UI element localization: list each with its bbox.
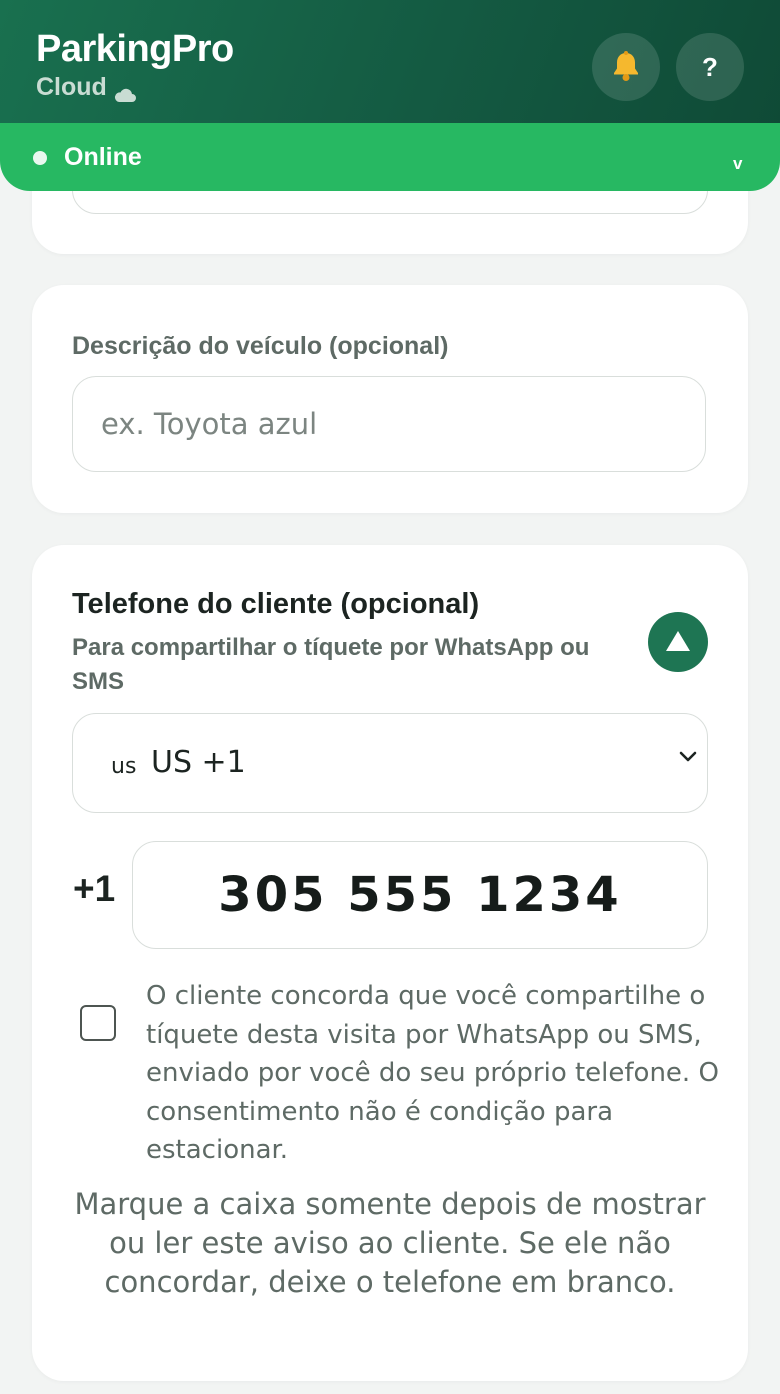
status-label: Online [64, 143, 142, 171]
connection-status-bar[interactable]: Online v [0, 123, 780, 191]
dial-prefix: +1 [73, 868, 116, 909]
vehicle-description-input[interactable] [72, 376, 706, 472]
country-code-select[interactable]: us US +1 [72, 713, 708, 813]
app-subtitle: Cloud [36, 73, 234, 102]
country-flag: us [111, 754, 137, 779]
collapse-section-button[interactable] [648, 612, 708, 672]
help-button[interactable]: ? [676, 33, 744, 101]
app-subtitle-text: Cloud [36, 73, 107, 101]
chevron-down-icon [679, 750, 697, 768]
bell-icon [611, 50, 641, 85]
phone-section-subtitle: Para compartilhar o tíquete por WhatsApp… [72, 634, 590, 695]
status-chevron-icon[interactable]: v [733, 154, 742, 174]
app-title: ParkingPro [36, 28, 234, 70]
vehicle-description-label: Descrição do veículo (opcional) [72, 332, 449, 360]
status-dot-icon [33, 151, 47, 165]
brand: ParkingPro Cloud [36, 28, 234, 102]
phone-section-title: Telefone do cliente (opcional) [72, 588, 480, 620]
cloud-icon [113, 81, 137, 102]
country-code-value: US +1 [151, 745, 246, 780]
phone-number-input[interactable] [132, 841, 708, 949]
notifications-button[interactable] [592, 33, 660, 101]
customer-phone-card: Telefone do cliente (opcional) Para comp… [32, 545, 748, 1381]
help-icon: ? [702, 51, 718, 82]
triangle-up-icon [665, 630, 691, 655]
vehicle-description-card: Descrição do veículo (opcional) [32, 285, 748, 513]
consent-text: O cliente concorda que você compartilhe … [146, 981, 719, 1165]
consent-notice: Marque a caixa somente depois de mostrar… [74, 1187, 706, 1299]
consent-checkbox[interactable] [80, 1005, 116, 1041]
